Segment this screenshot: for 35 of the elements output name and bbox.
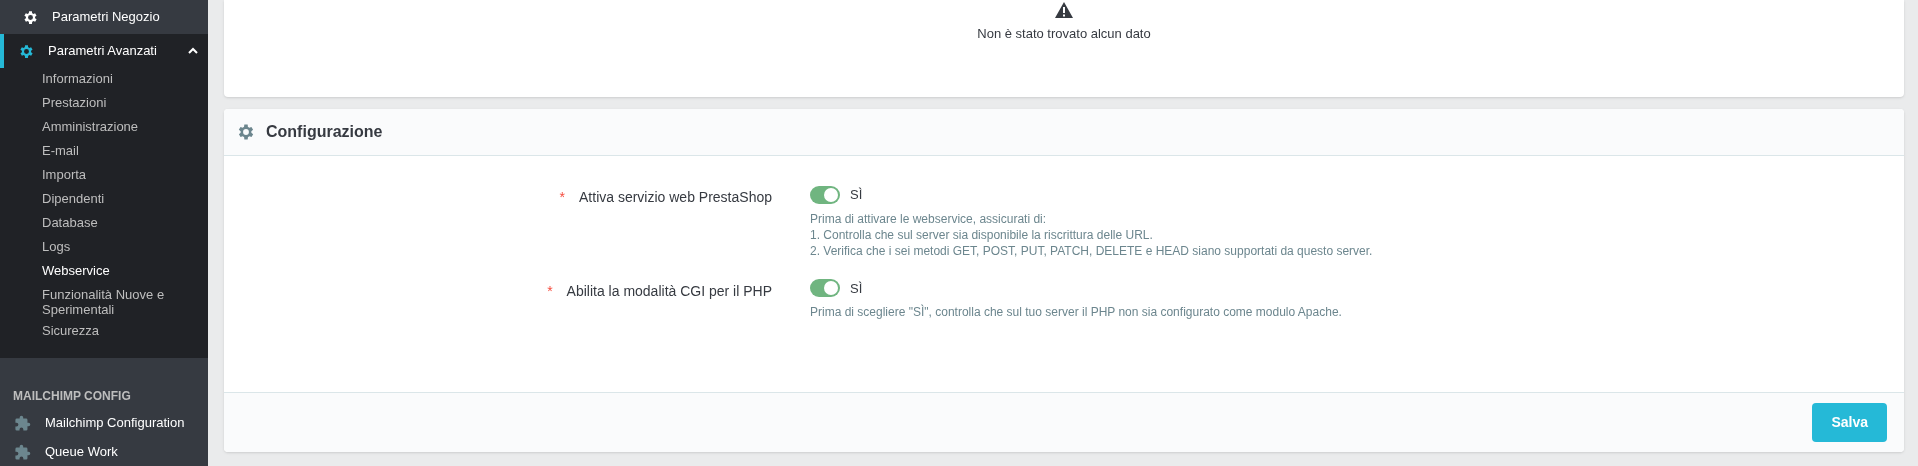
sidebar-item[interactable]: Mailchimp Configuration xyxy=(0,409,208,437)
puzzle-icon xyxy=(14,443,31,461)
field-label: Abilita la modalità CGI per il PHP xyxy=(566,281,772,301)
submenu-item[interactable]: Webservice xyxy=(0,260,208,284)
help-text: 2. Verifica che i sei metodi GET, POST, PUT, PATCH, DELETE e HEAD siano supportati da questo server. xyxy=(810,242,1373,259)
gear-icon xyxy=(22,8,39,26)
empty-message: Non è stato trovato alcun dato xyxy=(977,25,1151,43)
chevron-icon xyxy=(188,46,198,56)
toggle-switch[interactable] xyxy=(810,279,840,298)
help-text: 1. Controlla che sul server sia disponibile la riscrittura delle URL. xyxy=(810,226,1154,243)
required-asterisk: * xyxy=(559,188,565,207)
card-title: Configurazione xyxy=(266,122,383,142)
submenu-item[interactable]: Database xyxy=(0,212,208,236)
required-asterisk: * xyxy=(547,281,553,301)
field-label: Attiva servizio web PrestaShop xyxy=(579,188,772,207)
help-text: Prima di scegliere "SÌ", controlla che sul tuo server il PHP non sia configurato come modulo Apache. xyxy=(810,304,1342,320)
submenu-item[interactable]: Amministrazione xyxy=(0,116,208,140)
gear-icon xyxy=(18,42,35,60)
submenu-item[interactable]: E-mail xyxy=(0,140,208,164)
submenu-item[interactable]: Dipendenti xyxy=(0,188,208,212)
toggle-value: SÌ xyxy=(850,186,863,204)
puzzle-icon xyxy=(14,414,31,432)
toggle-value: SÌ xyxy=(850,279,863,298)
toggle-switch[interactable] xyxy=(810,185,840,204)
submenu-item[interactable]: Prestazioni xyxy=(0,92,208,116)
sidebar-item[interactable]: Queue Work xyxy=(0,438,208,466)
help-text: Prima di attivare le webservice, assicurati di: xyxy=(810,210,1048,227)
section-title: MAILCHIMP CONFIG xyxy=(12,388,132,405)
gear-icon xyxy=(236,122,256,142)
sidebar-item[interactable]: Parametri Negozio xyxy=(0,0,208,34)
submenu-item[interactable]: Sicurezza xyxy=(0,320,208,344)
submenu-item[interactable]: Funzionalità Nuove e Sperimentali xyxy=(0,284,208,320)
submenu-item[interactable]: Informazioni xyxy=(0,68,208,92)
submenu-item[interactable]: Logs xyxy=(0,236,208,260)
submenu-item[interactable]: Importa xyxy=(0,164,208,188)
